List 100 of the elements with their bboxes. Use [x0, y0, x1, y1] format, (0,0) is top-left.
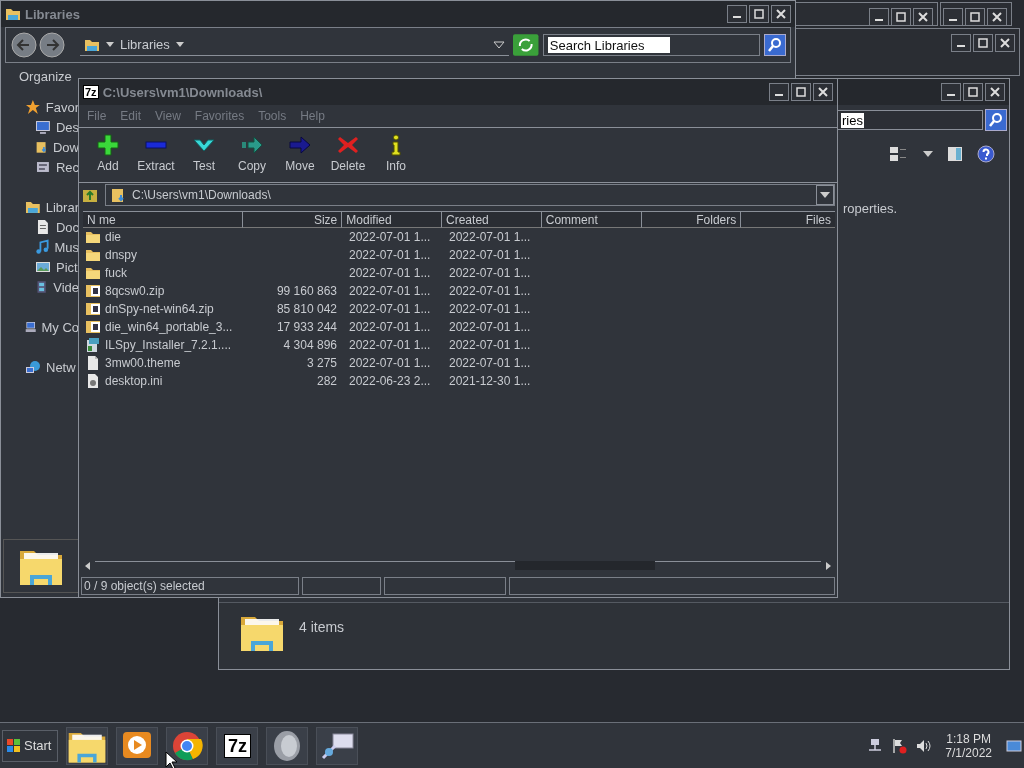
column-header[interactable]: Size [242, 212, 343, 228]
refresh-button[interactable] [513, 34, 539, 56]
table-cell-text: 2022-07-01 1... [448, 284, 532, 298]
maximize-button[interactable] [891, 8, 911, 26]
monitor-icon [35, 119, 51, 135]
column-header[interactable]: Files [741, 212, 835, 228]
sidebar-item[interactable]: Pict [1, 257, 79, 277]
toolbar-button[interactable]: Move [277, 132, 323, 178]
toolbar-button[interactable]: Test [181, 132, 227, 178]
search-field[interactable]: ries [837, 110, 983, 130]
minimize-button[interactable] [727, 5, 747, 23]
horizontal-scrollbar[interactable] [83, 559, 833, 573]
maximize-button[interactable] [749, 5, 769, 23]
sidebar-item[interactable]: Des [1, 117, 79, 137]
dropdown-arrow-icon[interactable] [923, 151, 933, 157]
dropdown-arrow-icon [175, 42, 184, 47]
close-button[interactable] [987, 8, 1007, 26]
sidebar-item[interactable]: Vide [1, 277, 79, 297]
clock[interactable]: 1:18 PM 7/1/2022 [945, 731, 992, 760]
column-header[interactable]: Folders [641, 212, 742, 228]
table-cell-text: 2021-12-30 1... [448, 374, 532, 388]
search-button[interactable] [985, 109, 1007, 131]
toolbar-button[interactable]: Delete [325, 132, 371, 178]
minimize-icon [957, 45, 965, 47]
sidebar-item[interactable]: Librar [1, 197, 79, 217]
sidebar-item[interactable]: Netw [1, 357, 79, 377]
taskbar-button[interactable]: 7z [216, 726, 259, 765]
maximize-icon [970, 12, 980, 22]
close-button[interactable] [995, 34, 1015, 52]
column-header[interactable]: Modified [342, 212, 443, 228]
file-name[interactable]: dnSpy-net-win64.zip [105, 302, 214, 316]
toolbar-button[interactable]: Add [85, 132, 131, 178]
back-button[interactable] [10, 32, 38, 58]
action-center-flag-icon[interactable] [891, 737, 908, 754]
sidebar-item[interactable]: Doc [1, 217, 79, 237]
help-icon[interactable] [977, 145, 995, 163]
close-button[interactable] [771, 5, 791, 23]
scrollbar-thumb[interactable] [515, 560, 655, 570]
maximize-button[interactable] [963, 83, 983, 101]
column-header[interactable]: Created [442, 212, 542, 228]
taskbar-button[interactable] [316, 726, 359, 765]
taskbar-button[interactable] [66, 726, 109, 765]
file-name[interactable]: desktop.ini [105, 374, 163, 388]
music-note-icon [35, 239, 50, 255]
library-folder-icon [25, 199, 41, 215]
sidebar-item[interactable]: Dow [1, 137, 79, 157]
network-icon[interactable] [867, 737, 884, 754]
organize-menu[interactable]: Organize [19, 69, 72, 85]
file-name[interactable]: fuck [105, 266, 127, 280]
file-name[interactable]: dnspy [105, 248, 138, 262]
minimize-icon [947, 94, 955, 96]
address-field[interactable]: C:\Users\vm1\Downloads\ [105, 184, 835, 206]
sidebar-item[interactable]: Mus [1, 237, 79, 257]
table-cell-text: 2022-07-01 1... [448, 230, 532, 244]
file-name[interactable]: 8qcsw0.zip [105, 284, 165, 298]
start-button[interactable]: Start [2, 729, 59, 762]
close-button[interactable] [985, 83, 1005, 101]
address-bar[interactable]: Libraries [80, 34, 510, 56]
file-name[interactable]: 3mw00.theme [105, 356, 181, 370]
preview-pane-icon[interactable] [947, 146, 963, 162]
taskbar-button[interactable] [116, 726, 159, 765]
breadcrumb-item[interactable]: Libraries [120, 37, 170, 52]
search-button[interactable] [764, 34, 786, 56]
show-desktop-icon[interactable] [1006, 737, 1022, 754]
scroll-right-icon[interactable] [823, 560, 833, 572]
maximize-button[interactable] [791, 83, 811, 101]
file-name[interactable]: die [105, 230, 121, 244]
dropdown-button[interactable] [816, 185, 834, 205]
app-logo: 7z [83, 85, 99, 99]
forward-button[interactable] [38, 32, 66, 58]
minimize-button[interactable] [941, 83, 961, 101]
close-icon [776, 9, 786, 19]
view-options-icon[interactable] [889, 145, 909, 163]
column-header[interactable]: N me [83, 212, 243, 228]
minimize-button[interactable] [869, 8, 889, 26]
file-name[interactable]: die_win64_portable_3... [105, 320, 233, 334]
taskbar-button[interactable] [166, 726, 209, 765]
maximize-button[interactable] [973, 34, 993, 52]
toolbar-button[interactable]: Copy [229, 132, 275, 178]
sidebar-item[interactable]: Rec [1, 157, 79, 177]
minimize-button[interactable] [951, 34, 971, 52]
search-field[interactable]: Search Libraries [547, 37, 670, 53]
column-header[interactable]: Comment [541, 212, 642, 228]
minimize-button[interactable] [769, 83, 789, 101]
file-name[interactable]: ILSpy_Installer_7.2.1.... [105, 338, 232, 352]
minimize-icon [775, 94, 783, 96]
toolbar-button[interactable]: Info [373, 132, 419, 178]
folder-icon [85, 247, 101, 263]
maximize-button[interactable] [965, 8, 985, 26]
close-button[interactable] [813, 83, 833, 101]
taskbar-button[interactable] [266, 726, 309, 765]
sidebar-item[interactable]: Favor [1, 97, 79, 117]
downloads-folder-icon [35, 139, 48, 155]
sidebar-item[interactable]: My Co [1, 317, 79, 337]
close-button[interactable] [913, 8, 933, 26]
minimize-button[interactable] [943, 8, 963, 26]
computer-icon [25, 319, 37, 335]
toolbar-button[interactable]: Extract [133, 132, 179, 178]
maximize-icon [978, 38, 988, 48]
scroll-left-icon[interactable] [83, 560, 93, 572]
